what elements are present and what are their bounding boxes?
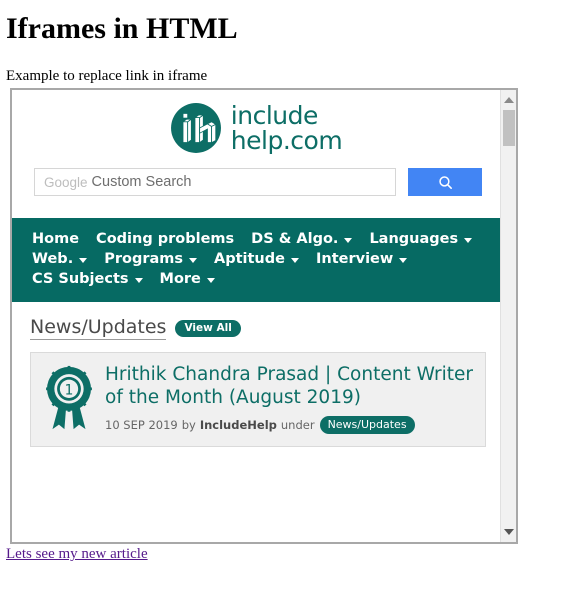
search-icon (438, 175, 452, 189)
nav-row-2: Web. Programs Aptitude Interview (12, 251, 500, 267)
nav-item-web[interactable]: Web. (32, 251, 88, 267)
article-category-tag[interactable]: News/Updates (319, 415, 415, 434)
nav-row-1: Home Coding problems DS & Algo. Language… (12, 231, 500, 247)
nav-item-more[interactable]: More (160, 271, 215, 287)
triangle-up-icon (504, 97, 514, 103)
search-button[interactable] (408, 168, 482, 196)
chevron-down-icon (464, 237, 473, 243)
chevron-down-icon (290, 257, 299, 263)
article-by-label: by (181, 417, 196, 432)
nav-item-programs[interactable]: Programs (104, 251, 197, 267)
embedded-site: include help.com Google Custom Search Ho… (12, 90, 500, 447)
site-logo[interactable]: include help.com (12, 90, 500, 160)
nav-item-cs-subjects[interactable]: CS Subjects (32, 271, 143, 287)
iframe-scrollbar[interactable] (500, 90, 516, 542)
logo-line-1: include (230, 100, 319, 130)
scrollbar-down-button[interactable] (501, 524, 516, 540)
award-ribbon-icon: 1 (46, 365, 92, 430)
page-root: Iframes in HTML Example to replace link … (0, 0, 562, 592)
nav-item-languages[interactable]: Languages (369, 231, 473, 247)
nav-item-label: Programs (104, 251, 183, 267)
chevron-down-icon (344, 237, 353, 243)
page-description: Example to replace link in iframe (6, 68, 208, 84)
article-date: 10 SEP 2019 (105, 417, 178, 432)
nav-item-label: Home (32, 231, 80, 247)
chevron-down-icon (134, 277, 143, 283)
iframe-container: include help.com Google Custom Search Ho… (10, 88, 518, 544)
search-input[interactable]: Google Custom Search (34, 168, 396, 196)
article-body: Hrithik Chandra Prasad | Content Writer … (105, 363, 475, 434)
nav-item-label: Interview (315, 251, 394, 267)
nav-item-label: DS & Algo. (251, 231, 339, 247)
search-row: Google Custom Search (12, 160, 500, 196)
nav-item-home[interactable]: Home (32, 231, 79, 247)
article-card[interactable]: 1 Hrithik Chandra Prasad | Content Write… (30, 352, 486, 447)
nav-item-interview[interactable]: Interview (315, 251, 408, 267)
search-placeholder: Custom Search (91, 174, 192, 190)
nav-item-aptitude[interactable]: Aptitude (214, 251, 299, 267)
chevron-down-icon (399, 257, 408, 263)
chevron-down-icon (189, 257, 197, 263)
nav-item-label: Languages (369, 231, 459, 247)
svg-text:1: 1 (65, 382, 74, 398)
nav-item-label: Web. (32, 251, 74, 267)
scrollbar-up-button[interactable] (501, 92, 516, 108)
includehelp-logo-icon (170, 103, 221, 153)
nav-item-label: Coding problems (96, 231, 235, 247)
google-brand-label: Google (44, 174, 88, 190)
nav-item-ds-algo[interactable]: DS & Algo. (251, 231, 353, 247)
new-article-link[interactable]: Lets see my new article (6, 546, 148, 563)
article-under-label: under (280, 417, 315, 432)
chevron-down-icon (79, 257, 88, 263)
article-title[interactable]: Hrithik Chandra Prasad | Content Writer … (105, 363, 475, 410)
scrollbar-thumb[interactable] (503, 110, 515, 146)
logo-line-2: help.com (230, 126, 343, 155)
nav-row-3: CS Subjects More (12, 271, 500, 287)
nav-item-label: CS Subjects (32, 271, 129, 287)
nav-item-coding-problems[interactable]: Coding problems (96, 231, 234, 247)
view-all-badge[interactable]: View All (175, 319, 241, 337)
nav-item-label: More (159, 271, 201, 287)
nav-item-label: Aptitude (214, 251, 285, 267)
chevron-down-icon (206, 277, 215, 283)
news-heading[interactable]: News/Updates (30, 316, 167, 340)
site-navigation: Home Coding problems DS & Algo. Language… (12, 218, 500, 302)
triangle-down-icon (504, 529, 514, 535)
logo-wordmark: include help.com (230, 100, 343, 155)
article-meta: 10 SEP 2019 by IncludeHelp under News/Up… (105, 415, 475, 434)
page-title: Iframes in HTML (6, 12, 238, 45)
article-author[interactable]: IncludeHelp (200, 418, 277, 432)
iframe-viewport: include help.com Google Custom Search Ho… (12, 90, 500, 542)
news-section-header: News/Updates View All (12, 302, 500, 340)
